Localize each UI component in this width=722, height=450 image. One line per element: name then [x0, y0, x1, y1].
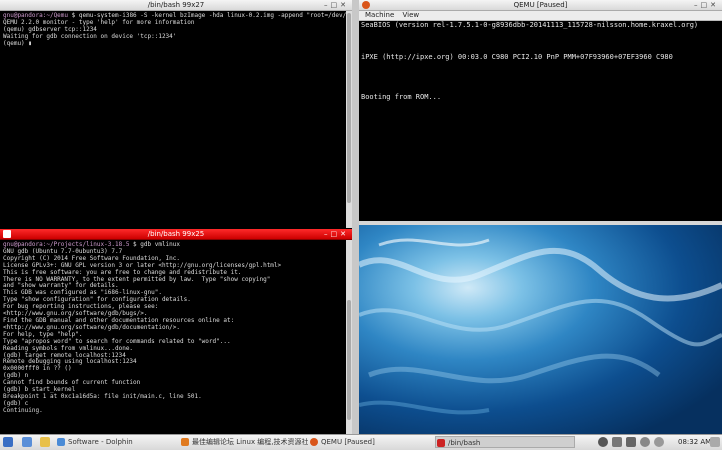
terminal-text: Continuing.: [3, 406, 43, 414]
window-controls[interactable]: –□✕: [324, 229, 349, 239]
folder-icon: [57, 438, 65, 446]
terminal-icon: [437, 439, 445, 447]
window-controls[interactable]: –□✕: [324, 0, 349, 10]
terminal-top-titlebar[interactable]: /bin/bash 99x27 –□✕: [0, 0, 352, 11]
volume-icon[interactable]: [626, 437, 636, 447]
qemu-screen-line: iPXE (http://ipxe.org) 00:03.0 C980 PCI2…: [361, 53, 673, 61]
terminal-line: (gdb) c: [3, 400, 349, 408]
qemu-screen-line: [361, 77, 720, 85]
qemu-menubar: Machine View: [359, 11, 722, 21]
qemu-screen-line: [361, 45, 720, 53]
terminal-line: (qemu) ▮: [3, 39, 349, 48]
qemu-icon: [362, 1, 370, 9]
taskbar: Software - Dolphin 最佳编辑论坛 Linux 编程,技术资源社…: [0, 434, 722, 450]
terminal-text: (qemu) ▮: [3, 39, 32, 47]
terminal-window-top[interactable]: /bin/bash 99x27 –□✕ gnu@pandora:~/Qemu $…: [0, 0, 352, 228]
task-bash-label: /bin/bash: [448, 439, 481, 447]
terminal-top-title: /bin/bash 99x27: [147, 1, 205, 9]
window-divider: [352, 0, 359, 434]
qemu-screen-line: [361, 37, 720, 45]
window-controls[interactable]: –□✕: [694, 0, 719, 10]
clock[interactable]: 08:32 AM: [678, 435, 711, 449]
terminal-icon: [3, 230, 11, 238]
terminal-bottom-title: /bin/bash 99x25: [147, 230, 205, 238]
desktop-wallpaper: [359, 225, 722, 434]
water-texture: [359, 238, 722, 415]
qemu-screen-line: [361, 85, 720, 93]
qemu-titlebar[interactable]: QEMU [Paused] –□✕: [359, 0, 722, 11]
terminal-bottom-output[interactable]: gnu@pandora:~/Projects/linux-3.18.5 $ gd…: [0, 240, 352, 434]
browser-icon: [181, 438, 189, 446]
file-manager-icon[interactable]: [40, 437, 50, 447]
qemu-title: QEMU [Paused]: [513, 1, 568, 9]
task-browser-label: 最佳编辑论坛 Linux 编程,技术资源社区: [192, 438, 308, 446]
task-bash[interactable]: /bin/bash: [435, 436, 575, 448]
terminal-window-bottom[interactable]: /bin/bash 99x25 –□✕ gnu@pandora:~/Projec…: [0, 229, 352, 434]
terminal-text: Breakpoint 1 at 0xc1a16d5a: file init/ma…: [3, 392, 202, 400]
qemu-screen-line: [361, 29, 720, 37]
application-launcher-icon[interactable]: [3, 437, 13, 447]
task-dolphin[interactable]: Software - Dolphin: [56, 436, 166, 448]
notifications-icon[interactable]: [640, 437, 650, 447]
expand-tray-icon[interactable]: [654, 437, 664, 447]
qemu-icon: [310, 438, 318, 446]
terminal-text: $ gdb vmlinux: [129, 241, 181, 248]
menu-view[interactable]: View: [403, 11, 420, 19]
qemu-display[interactable]: SeaBIOS (version rel-1.7.5.1-0-g8936dbb-…: [359, 21, 722, 221]
terminal-line: Breakpoint 1 at 0xc1a16d5a: file init/ma…: [3, 392, 349, 401]
qemu-screen-line: Booting from ROM...: [361, 93, 442, 101]
terminal-line: 0x0000fff0 in ?? (): [3, 365, 349, 373]
terminal-line: Waiting for gdb connection on device 'tc…: [3, 33, 349, 41]
task-browser[interactable]: 最佳编辑论坛 Linux 编程,技术资源社区: [180, 436, 308, 448]
task-qemu[interactable]: QEMU [Paused]: [309, 436, 409, 448]
terminal-top-output[interactable]: gnu@pandora:~/Qemu $ qemu-system-i386 -S…: [0, 11, 352, 228]
system-tray-icon[interactable]: [598, 437, 608, 447]
qemu-screen-line: [361, 61, 720, 69]
qemu-window[interactable]: QEMU [Paused] –□✕ Machine View SeaBIOS (…: [359, 0, 722, 225]
desktop-icon[interactable]: [22, 437, 32, 447]
task-qemu-label: QEMU [Paused]: [321, 438, 375, 446]
task-dolphin-label: Software - Dolphin: [68, 438, 133, 446]
menu-machine[interactable]: Machine: [365, 11, 394, 19]
terminal-line: Continuing.: [3, 406, 349, 415]
qemu-screen-line: SeaBIOS (version rel-1.7.5.1-0-g8936dbb-…: [361, 21, 699, 29]
terminal-bottom-titlebar[interactable]: /bin/bash 99x25 –□✕: [0, 229, 352, 240]
show-desktop-icon[interactable]: [710, 437, 720, 447]
network-icon[interactable]: [612, 437, 622, 447]
qemu-screen-line: [361, 69, 720, 77]
